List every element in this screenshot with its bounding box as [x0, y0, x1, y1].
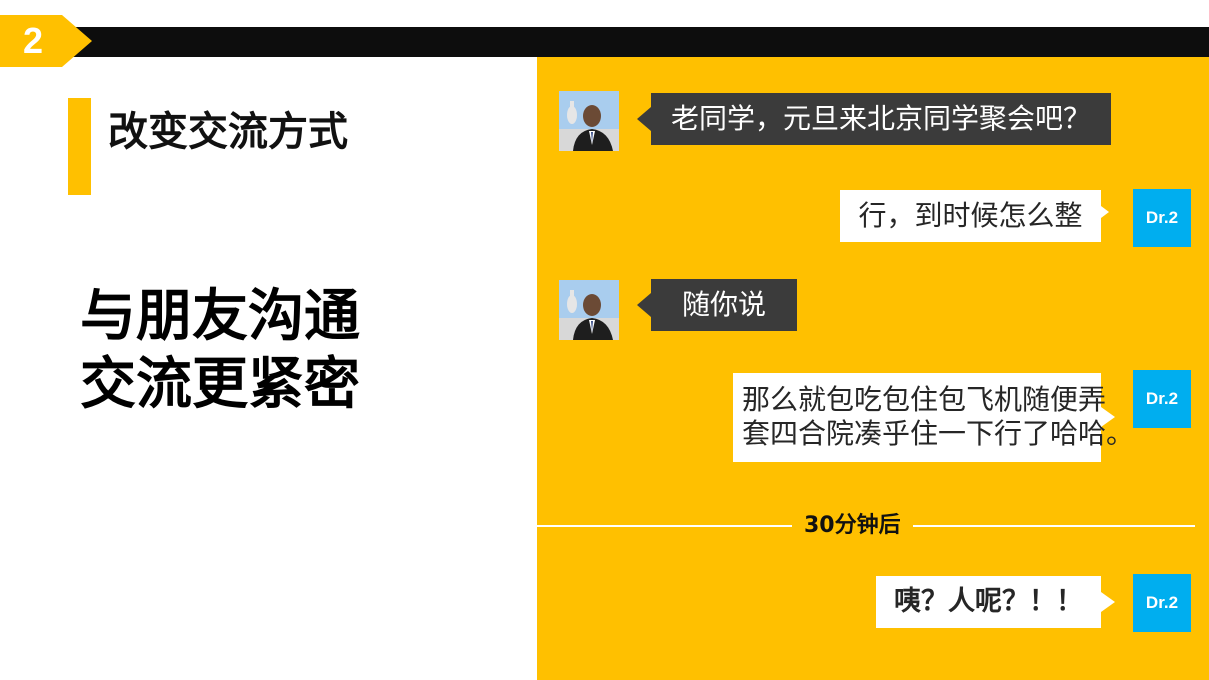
chat-message-friend-2: 随你说 — [637, 279, 797, 331]
bubble-tail-icon — [1101, 407, 1115, 427]
my-avatar: Dr.2 — [1133, 189, 1191, 247]
chat-message-me-2: 那么就包吃包住包飞机随便弄 套四合院凑乎住一下行了哈哈。 — [733, 373, 1135, 462]
message-text: 行，到时候怎么整 — [858, 199, 1083, 232]
top-bar — [0, 27, 1209, 57]
headline-line-2: 交流更紧密 — [80, 352, 360, 417]
slide-number: 2 — [22, 20, 44, 61]
bubble-tail-icon — [1101, 592, 1115, 612]
message-text: 老同学，元旦来北京同学聚会吧？ — [670, 102, 1091, 135]
message-text-line-2: 套四合院凑乎住一下行了哈哈。 — [742, 417, 1135, 450]
portrait-avatar-icon — [559, 91, 619, 151]
message-text: 咦？人呢？！！ — [894, 586, 1083, 617]
title-accent-bar — [68, 98, 91, 195]
bubble-tail-icon — [1101, 206, 1109, 218]
headline: 与朋友沟通 交流更紧密 — [80, 283, 360, 419]
chat-message-me-1: 行，到时候怎么整 — [840, 190, 1109, 242]
friend-avatar — [559, 280, 619, 340]
my-avatar: Dr.2 — [1133, 370, 1191, 428]
chat-message-me-3: 咦？人呢？！！ — [876, 576, 1115, 628]
section-title: 改变交流方式 — [108, 109, 348, 155]
message-text-line-1: 那么就包吃包住包飞机随便弄 — [742, 383, 1107, 416]
message-text: 随你说 — [681, 288, 766, 321]
chat-message-friend-1: 老同学，元旦来北京同学聚会吧？ — [637, 93, 1111, 145]
my-avatar: Dr.2 — [1133, 574, 1191, 632]
friend-avatar — [559, 91, 619, 151]
portrait-avatar-icon — [559, 280, 619, 340]
chat-panel — [537, 57, 1209, 680]
headline-line-1: 与朋友沟通 — [80, 284, 360, 349]
time-divider-label: 30分钟后 — [792, 511, 913, 541]
bubble-tail-icon — [637, 107, 651, 131]
bubble-tail-icon — [637, 293, 651, 317]
